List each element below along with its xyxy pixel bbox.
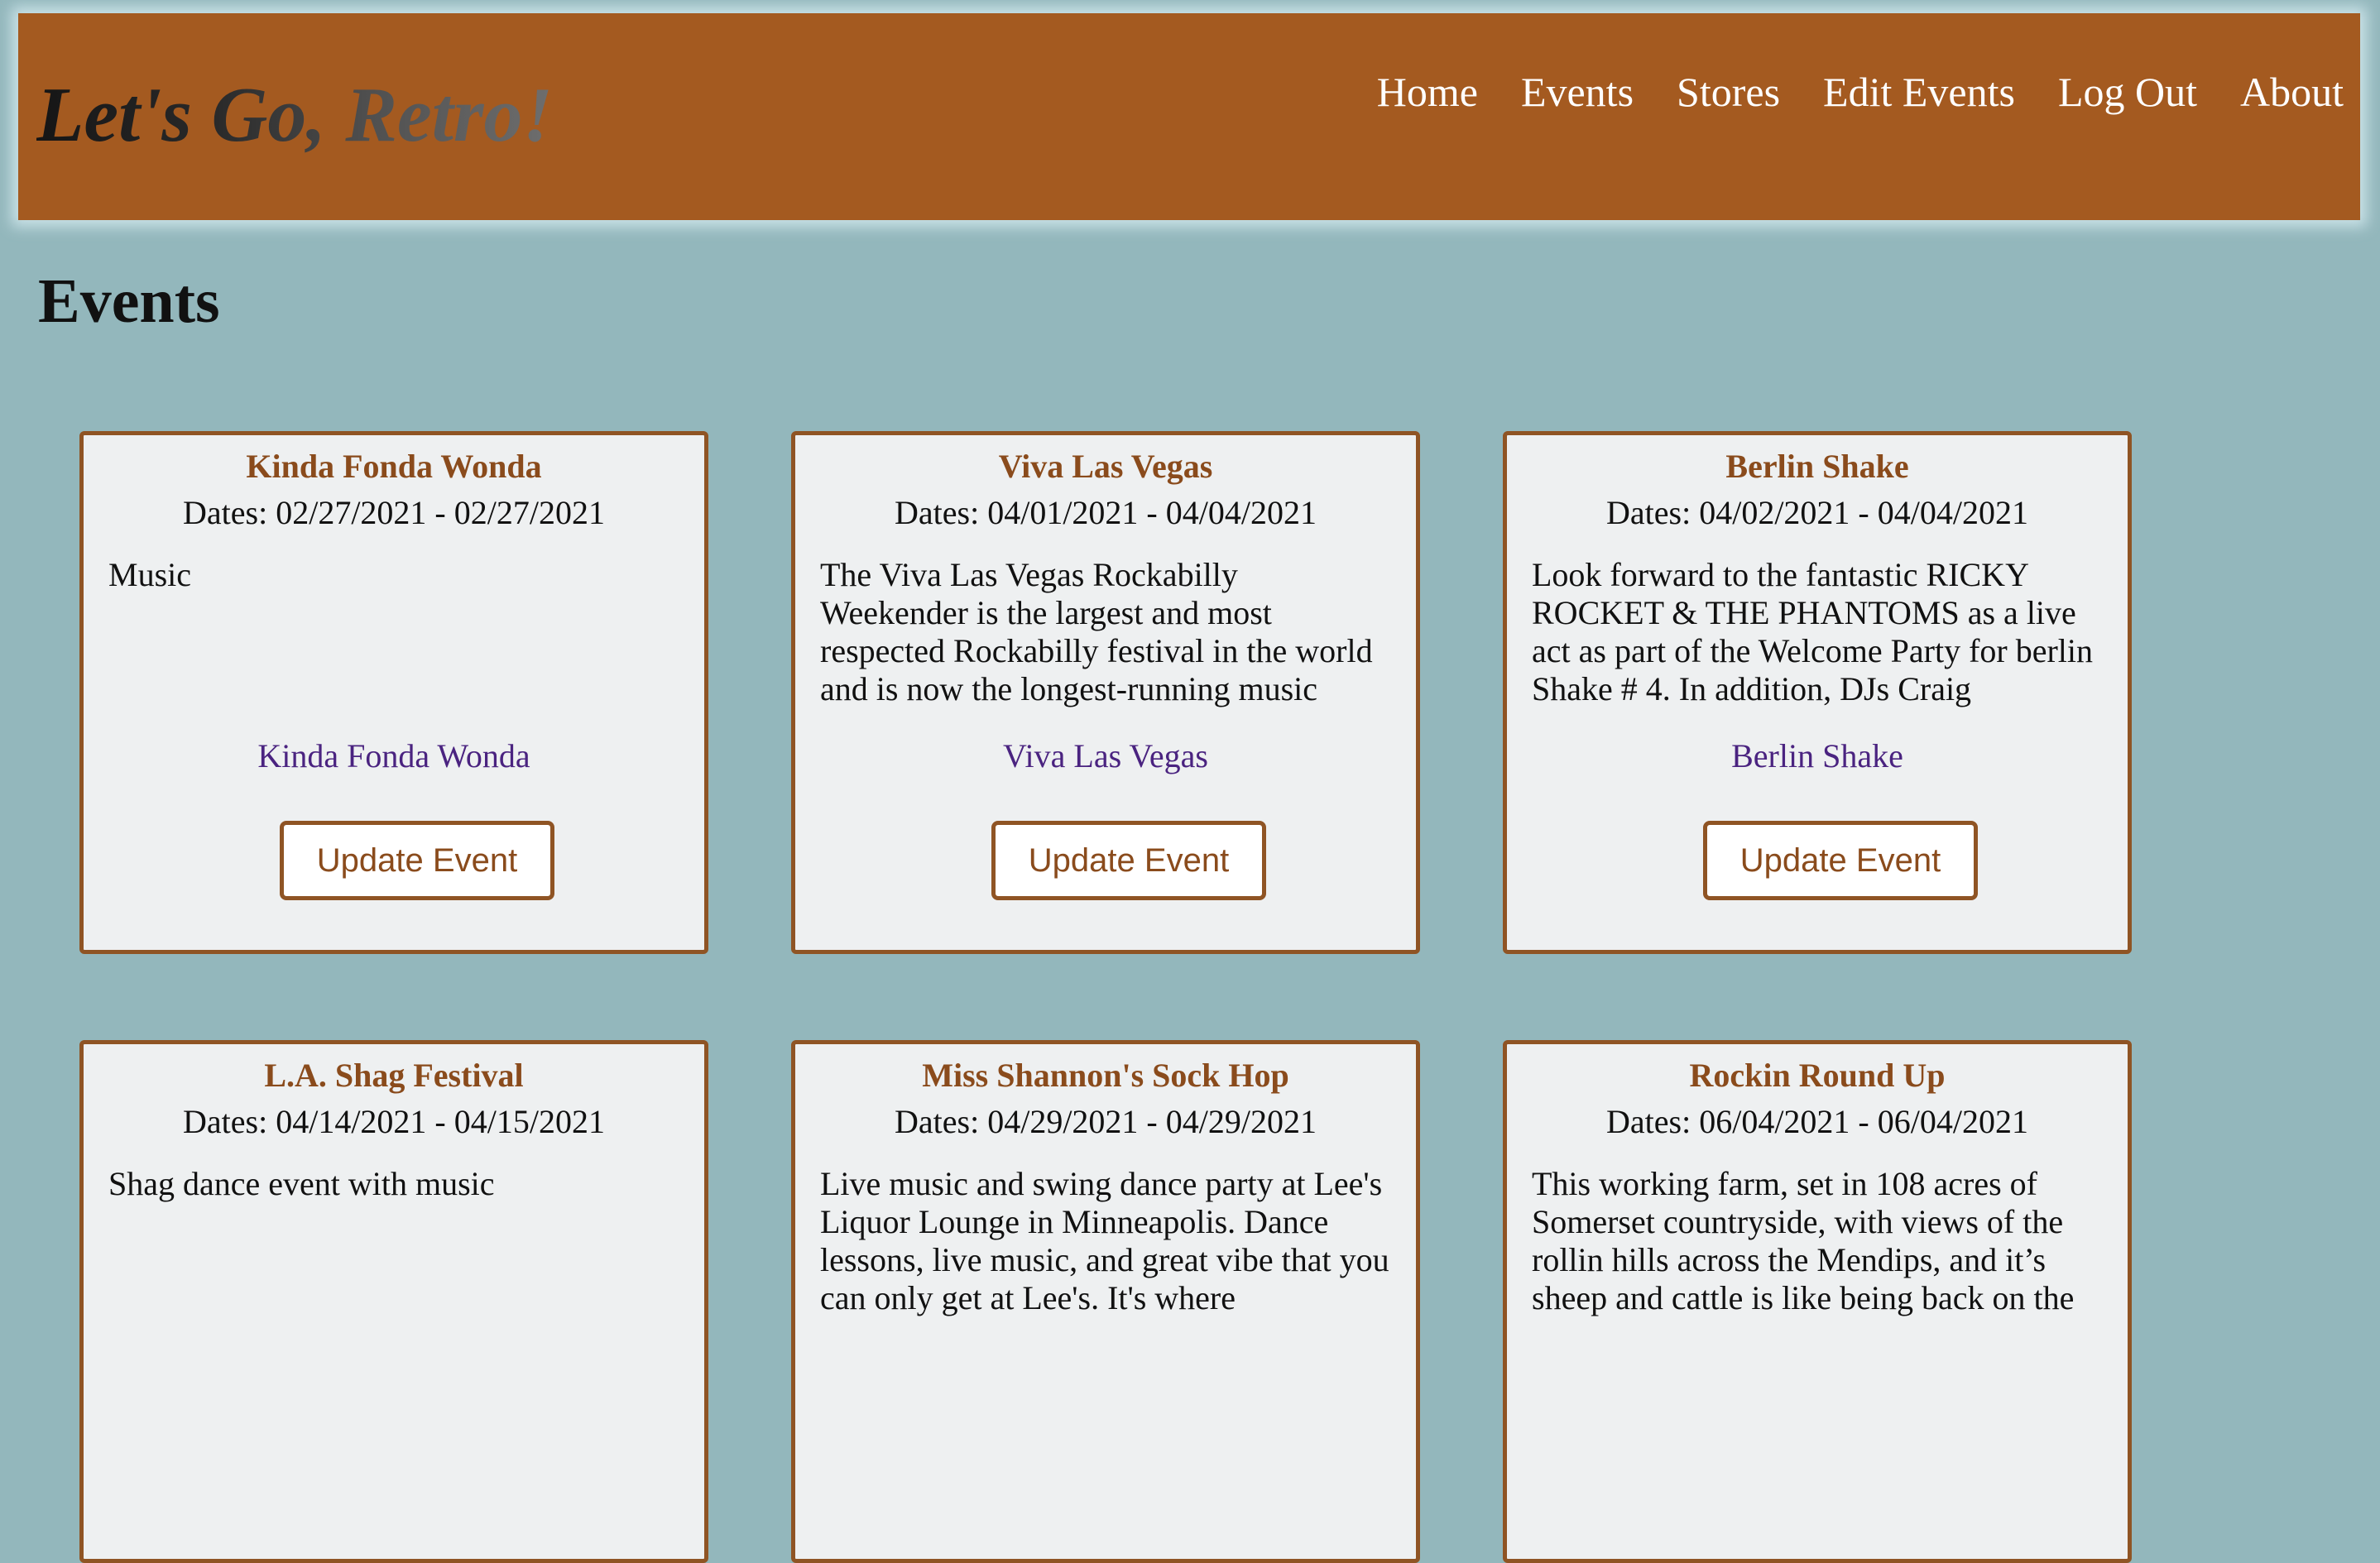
event-description: Music (108, 556, 191, 593)
site-logo[interactable]: Let's Go, Retro! (36, 76, 553, 154)
event-title: Miss Shannon's Sock Hop (922, 1057, 1289, 1094)
event-link[interactable]: Berlin Shake (1507, 736, 2128, 776)
event-link[interactable]: Viva Las Vegas (795, 736, 1416, 776)
event-description: This working farm, set in 108 acres of S… (1532, 1165, 2075, 1316)
site-header: Let's Go, Retro! Home Events Stores Edit… (18, 13, 2360, 220)
nav-log-out[interactable]: Log Out (2058, 71, 2197, 113)
event-card: L.A. Shag Festival Dates: 04/14/2021 - 0… (79, 1040, 708, 1563)
event-card: Viva Las Vegas Dates: 04/01/2021 - 04/04… (791, 431, 1420, 954)
event-dates: Dates: 04/14/2021 - 04/15/2021 (183, 1103, 605, 1140)
nav-about[interactable]: About (2240, 71, 2344, 113)
event-dates: Dates: 04/29/2021 - 04/29/2021 (895, 1103, 1317, 1140)
event-dates: Dates: 04/02/2021 - 04/04/2021 (1606, 494, 2028, 531)
event-card: Miss Shannon's Sock Hop Dates: 04/29/202… (791, 1040, 1420, 1563)
update-event-button[interactable]: Update Event (991, 821, 1266, 900)
main-nav: Home Events Stores Edit Events Log Out A… (1377, 71, 2344, 113)
event-description: Live music and swing dance party at Lee'… (820, 1165, 1389, 1316)
nav-events[interactable]: Events (1521, 71, 1634, 113)
event-dates: Dates: 02/27/2021 - 02/27/2021 (183, 494, 605, 531)
event-title: L.A. Shag Festival (264, 1057, 524, 1094)
update-event-button[interactable]: Update Event (280, 821, 554, 900)
event-card: Berlin Shake Dates: 04/02/2021 - 04/04/2… (1503, 431, 2132, 954)
nav-home[interactable]: Home (1377, 71, 1478, 113)
event-title: Rockin Round Up (1689, 1057, 1946, 1094)
page-title: Events (38, 266, 220, 336)
event-title: Berlin Shake (1725, 448, 1909, 485)
nav-edit-events[interactable]: Edit Events (1823, 71, 2015, 113)
update-event-button[interactable]: Update Event (1703, 821, 1978, 900)
event-card: Rockin Round Up Dates: 06/04/2021 - 06/0… (1503, 1040, 2132, 1563)
event-description: The Viva Las Vegas Rockabilly Weekender … (820, 556, 1373, 707)
event-dates: Dates: 06/04/2021 - 06/04/2021 (1606, 1103, 2028, 1140)
event-title: Kinda Fonda Wonda (246, 448, 542, 485)
event-link[interactable]: Kinda Fonda Wonda (84, 736, 704, 776)
events-grid: Kinda Fonda Wonda Dates: 02/27/2021 - 02… (79, 431, 2132, 1563)
event-dates: Dates: 04/01/2021 - 04/04/2021 (895, 494, 1317, 531)
event-card: Kinda Fonda Wonda Dates: 02/27/2021 - 02… (79, 431, 708, 954)
event-description: Shag dance event with music (108, 1165, 495, 1202)
event-title: Viva Las Vegas (998, 448, 1213, 485)
event-description: Look forward to the fantastic RICKY ROCK… (1532, 556, 2094, 707)
nav-stores[interactable]: Stores (1677, 71, 1780, 113)
